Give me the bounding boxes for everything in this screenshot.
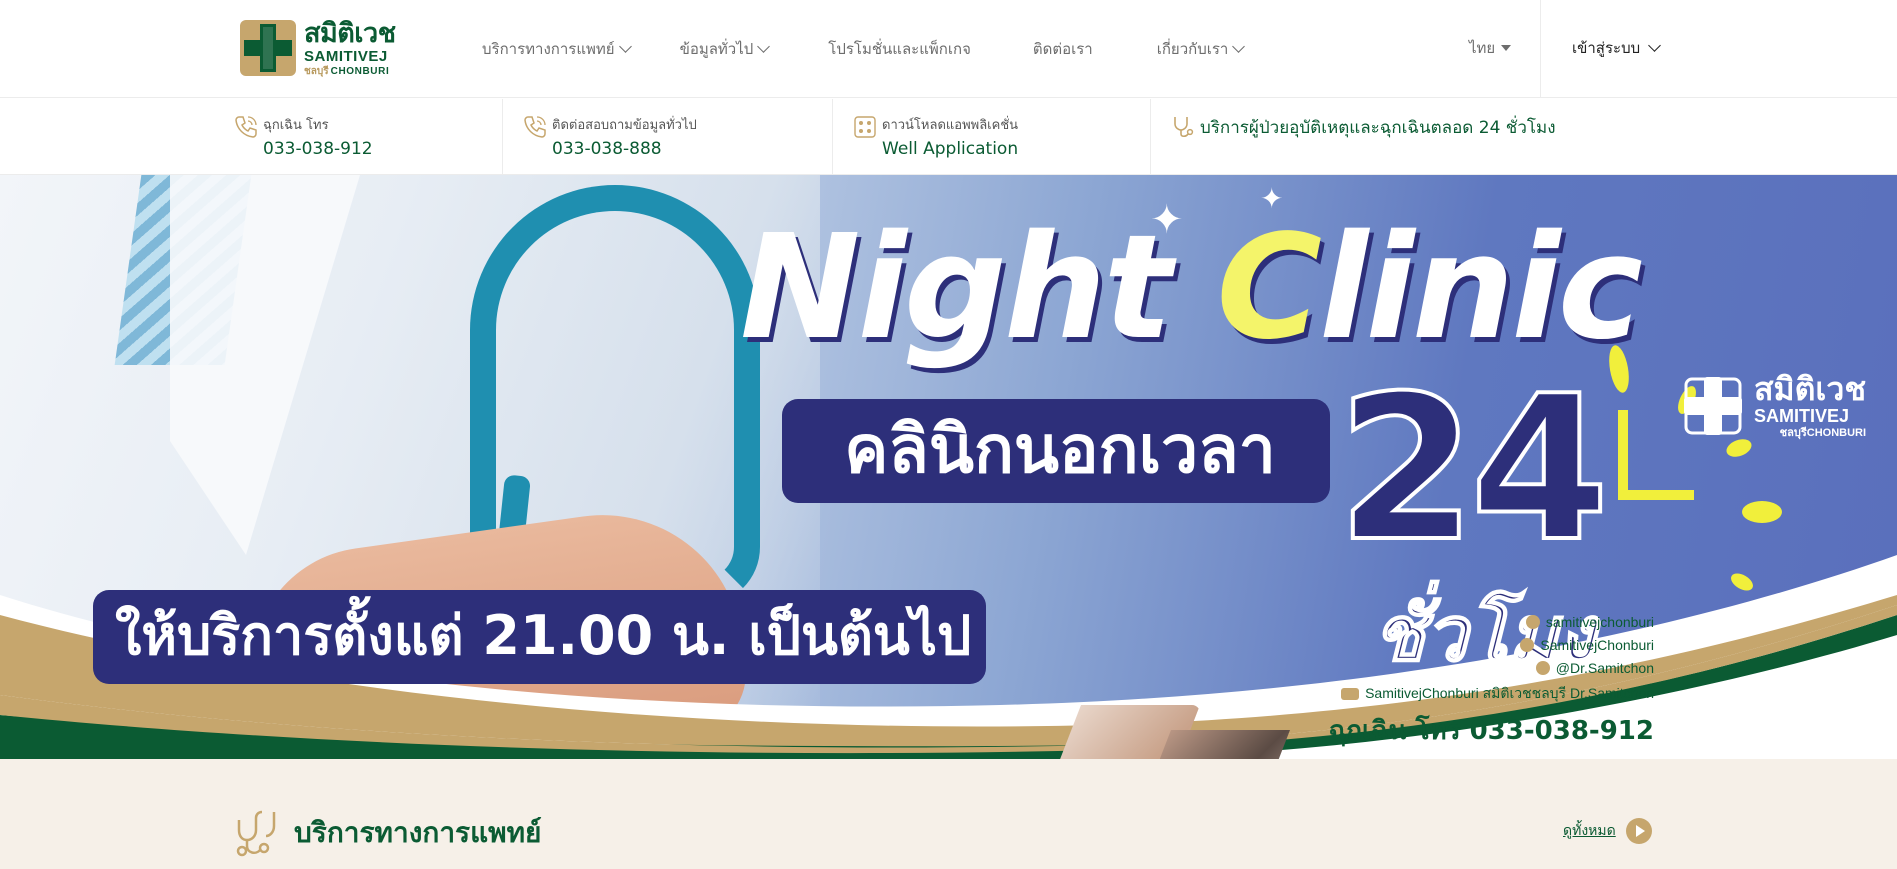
chevron-down-icon (618, 40, 632, 53)
contact-number[interactable]: 033-038-888 (552, 139, 697, 159)
nav-item-general-info[interactable]: ข้อมูลทั่วไป (679, 37, 771, 61)
logo-sub-english: CHONBURI (330, 65, 390, 77)
hero-night-clinic-title: Night Clinic (740, 215, 1643, 359)
white-cross-logo-icon (1682, 375, 1744, 437)
facebook-link[interactable]: SamitivejChonburi (1520, 637, 1654, 653)
nav-item-label: เกี่ยวกับเรา (1156, 40, 1229, 58)
logo-sub-thai: ชลบุรี (304, 65, 329, 77)
nav-item-medical-services[interactable]: บริการทางการแพทย์ (482, 37, 632, 61)
chevron-down-icon (757, 40, 771, 53)
emergency-label: ฉุกเฉิน โทร (263, 118, 329, 133)
hero-logo-english: SAMITIVEJ (1754, 406, 1850, 426)
hero-service-time: ให้บริการตั้งแต่ 21.00 น. เป็นต้นไป (115, 604, 972, 667)
nav-item-about[interactable]: เกี่ยวกับเรา (1156, 37, 1246, 61)
hero-emergency-phone[interactable]: ฉุกเฉิน โทร 033-038-912 (1329, 710, 1654, 751)
site-header: สมิติเวช SAMITIVEJ ชลบุรี CHONBURI บริการ… (0, 0, 1897, 98)
language-selector[interactable]: ไทย (1469, 36, 1512, 60)
hero-logo-sub: ชลบุรีCHONBURI (1779, 427, 1867, 439)
contact-label: ติดต่อสอบถามข้อมูลทั่วไป (552, 118, 697, 133)
nav-item-label: ติดต่อเรา (1032, 40, 1093, 58)
stethoscope-icon (1174, 117, 1194, 138)
nav-item-label: บริการทางการแพทย์ (482, 40, 615, 58)
title-highlight: C (1216, 203, 1322, 371)
info-divider (1150, 99, 1151, 175)
info-bar: ฉุกเฉิน โทร 033-038-912 ติดต่อสอบถามข้อม… (0, 99, 1897, 175)
social-text: samitivejchonburi (1545, 614, 1654, 630)
chevron-down-icon (1648, 39, 1661, 52)
service-24h-text: บริการผู้ป่วยอุบัติเหตุและฉุกเฉินตลอด 24… (1200, 118, 1556, 138)
emergency-24h-service[interactable]: บริการผู้ป่วยอุบัติเหตุและฉุกเฉินตลอด 24… (1170, 99, 1556, 175)
nav-item-contact[interactable]: ติดต่อเรา (1033, 37, 1093, 61)
app-label: ดาวน์โหลดแอพพลิเคชั่น (882, 118, 1019, 133)
nav-item-label: โปรโมชั่นและแพ็กเกจ (828, 40, 971, 58)
youtube-icon (1341, 688, 1360, 700)
phone-icon (235, 116, 257, 138)
hero-thai-title: คลินิกนอกเวลา (844, 411, 1276, 488)
main-nav: บริการทางการแพทย์ ข้อมูลทั่วไป โปรโมชั่น… (482, 36, 1246, 62)
app-name[interactable]: Well Application (882, 139, 1018, 159)
logo-english-text: SAMITIVEJ (304, 47, 388, 65)
app-download[interactable]: ดาวน์โหลดแอพพลิเคชั่น Well Application (852, 99, 1018, 175)
login-button[interactable]: เข้าสู่ระบบ (1572, 36, 1661, 60)
header-divider (1540, 0, 1541, 98)
chevron-down-icon (1232, 40, 1246, 53)
caret-down-icon (1501, 45, 1512, 51)
general-contact[interactable]: ติดต่อสอบถามข้อมูลทั่วไป 033-038-888 (522, 99, 697, 175)
play-circle-icon (1625, 818, 1652, 844)
youtube-link[interactable]: SamitivejChonburi สมิติเวชชลบุรี Dr.Sami… (1341, 683, 1654, 705)
site-logo[interactable]: สมิติเวช SAMITIVEJ ชลบุรี CHONBURI (240, 17, 420, 79)
title-part-1: Night (740, 203, 1217, 371)
see-all-label: ดูทั้งหมด (1563, 823, 1616, 839)
social-text: SamitivejChonburi (1540, 637, 1654, 653)
social-text: @Dr.Samitchon (1555, 660, 1654, 676)
logo-thai-text: สมิติเวช (304, 17, 396, 49)
hero-samitivej-logo: สมิติเวช SAMITIVEJ ชลบุรีCHONBURI (1682, 373, 1866, 439)
info-divider (832, 99, 833, 175)
emergency-contact[interactable]: ฉุกเฉิน โทร 033-038-912 (233, 99, 373, 175)
social-text: SamitivejChonburi สมิติเวชชลบุรี Dr.Sami… (1365, 685, 1654, 701)
login-label: เข้าสู่ระบบ (1572, 39, 1641, 57)
section-title: บริการทางการแพทย์ (294, 816, 542, 849)
hero-logo-thai: สมิติเวช (1754, 370, 1867, 408)
stethoscope-icon (236, 810, 276, 857)
language-label: ไทย (1469, 39, 1496, 57)
instagram-icon (1525, 615, 1540, 629)
see-all-link[interactable]: ดูทั้งหมด (1563, 818, 1652, 844)
hero-24-number: 24 (1335, 353, 1611, 586)
info-divider (502, 99, 503, 175)
samitivej-cross-logo-icon (240, 20, 296, 76)
instagram-link[interactable]: samitivejchonburi (1525, 614, 1654, 630)
ray-decoration (1742, 501, 1782, 523)
nav-item-label: ข้อมูลทั่วไป (679, 40, 754, 58)
section-heading: บริการทางการแพทย์ (236, 808, 541, 858)
emergency-number[interactable]: 033-038-912 (263, 139, 373, 159)
hero-social-links: samitivejchonburi SamitivejChonburi @Dr.… (1341, 614, 1654, 705)
line-link[interactable]: @Dr.Samitchon (1535, 660, 1654, 676)
app-grid-icon (854, 116, 876, 138)
facebook-icon (1520, 638, 1535, 652)
title-part-2: linic (1319, 203, 1643, 371)
line-icon (1535, 661, 1550, 675)
nav-item-promotions[interactable]: โปรโมชั่นและแพ็กเกจ (828, 37, 971, 61)
phone-icon (524, 116, 546, 138)
